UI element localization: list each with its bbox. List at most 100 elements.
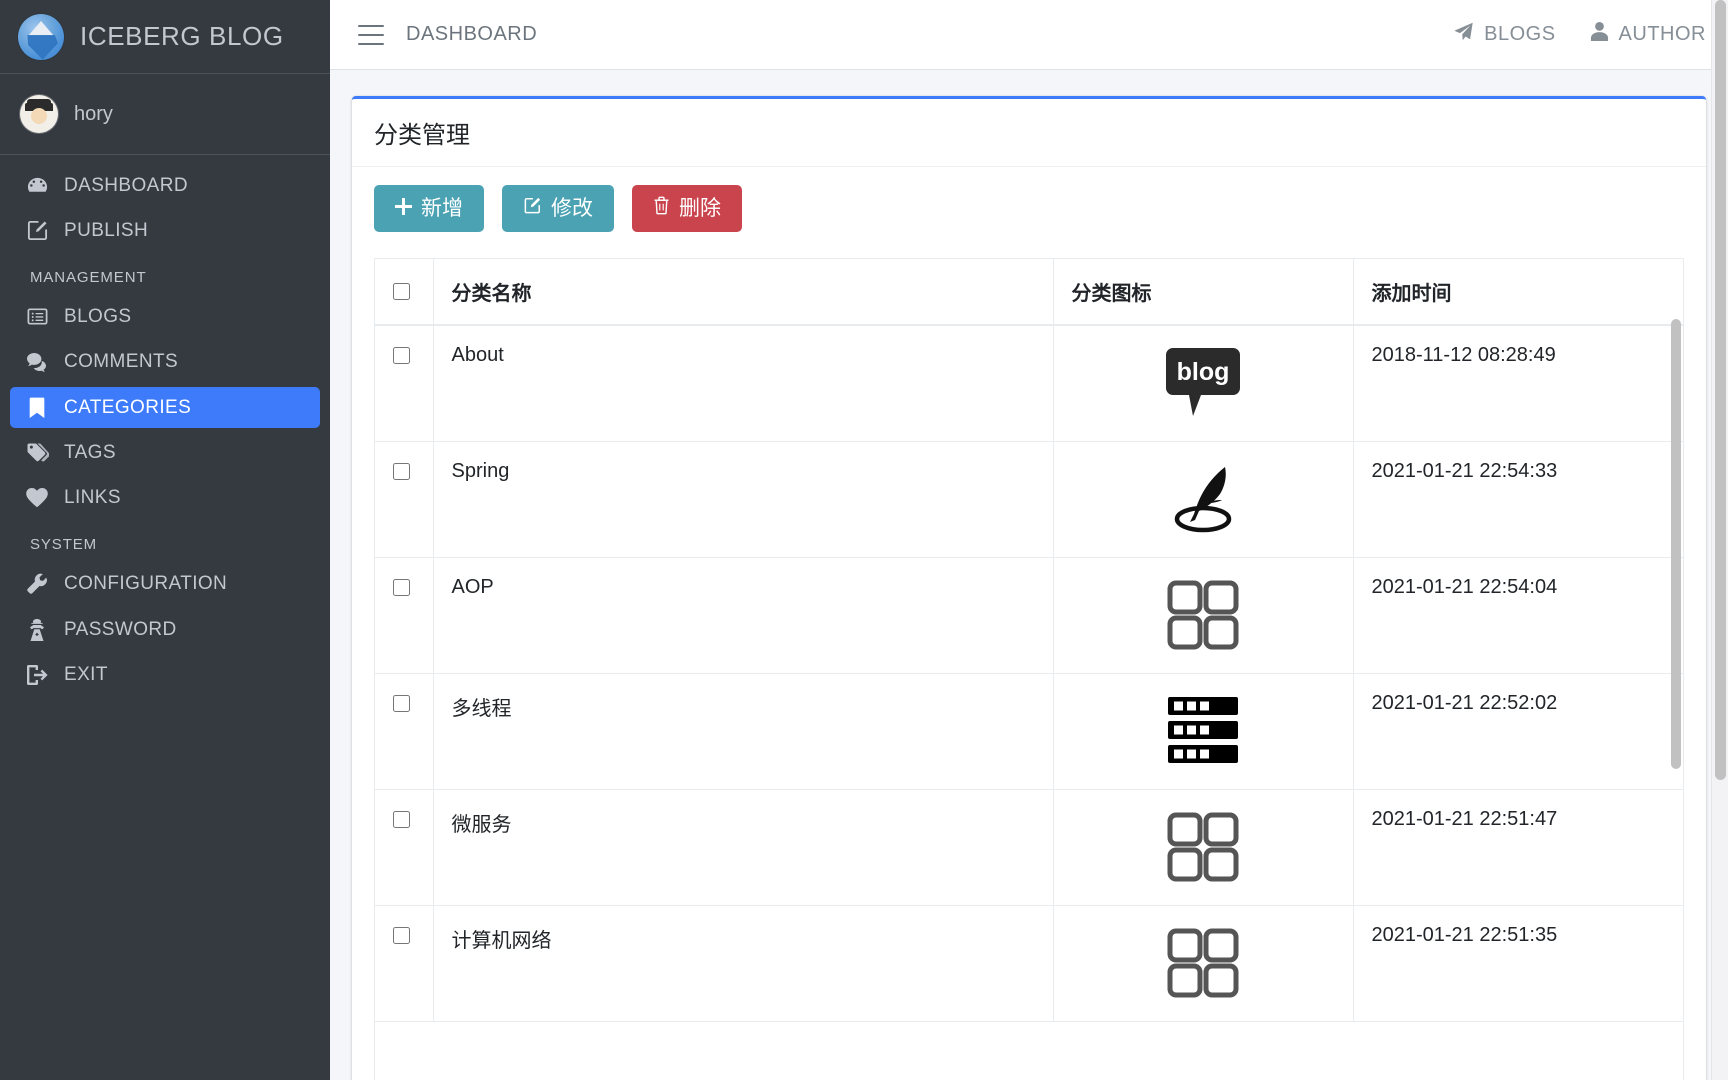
- row-name-cell: 微服务: [432, 789, 1053, 906]
- row-checkbox[interactable]: [393, 926, 410, 944]
- column-header-time: 添加时间: [1352, 259, 1683, 327]
- row-select-cell: [375, 789, 433, 906]
- table-row[interactable]: About blog 2018-11-12 08:28:49: [375, 325, 1683, 442]
- row-icon-cell: blog: [1052, 325, 1353, 442]
- table-scroll-container[interactable]: 分类名称 分类图标 添加时间 About blog 2018-11-12 08:…: [374, 258, 1684, 1080]
- page-scrollbar[interactable]: [1711, 0, 1728, 1080]
- sidebar-item-categories[interactable]: CATEGORIES: [10, 387, 320, 428]
- row-name-cell: About: [432, 325, 1053, 442]
- row-select-cell: [375, 905, 433, 1022]
- row-select-cell: [375, 673, 433, 790]
- sidebar-item-label: CONFIGURATION: [64, 573, 228, 594]
- sidebar-item-tags[interactable]: TAGS: [10, 432, 320, 474]
- sidebar-item-exit[interactable]: EXIT: [10, 655, 320, 695]
- user-name: hory: [74, 102, 113, 125]
- sidebar-section-header-system: SYSTEM: [30, 536, 98, 553]
- table-row[interactable]: AOP 2021-01-21 22:54:04: [375, 557, 1683, 674]
- tags-icon: [22, 441, 52, 465]
- sidebar-section-header-management: MANAGEMENT: [30, 269, 147, 286]
- table-row[interactable]: 多线程 2021-01-21 22:52:02: [375, 673, 1683, 790]
- row-checkbox[interactable]: [393, 578, 410, 596]
- select-all-checkbox[interactable]: [393, 283, 410, 301]
- sidebar-item-configuration[interactable]: CONFIGURATION: [10, 563, 320, 605]
- row-checkbox[interactable]: [393, 462, 410, 480]
- add-button[interactable]: 新增: [374, 185, 484, 233]
- sidebar-item-label: LINKS: [64, 487, 121, 508]
- sidebar-item-password[interactable]: PASSWORD: [10, 609, 320, 651]
- sidebar-item-label: CATEGORIES: [64, 396, 192, 418]
- wrench-icon: [22, 572, 52, 596]
- category-card: 分类管理 新增 修改 删除 分类名称 分类图标 添加时间 About blog …: [352, 96, 1706, 1080]
- sidebar-item-publish[interactable]: PUBLISH: [10, 210, 320, 251]
- sidebar-item-comments[interactable]: COMMENTS: [10, 341, 320, 383]
- sidebar: ICEBERG BLOG hory DASHBOARD PUBLISH MANA…: [0, 0, 330, 1080]
- row-time-cell: 2021-01-21 22:54:33: [1352, 441, 1683, 558]
- navbar-link-label: AUTHOR: [1618, 23, 1706, 45]
- brand-header[interactable]: ICEBERG BLOG: [0, 0, 330, 74]
- table-row[interactable]: 微服务 2021-01-21 22:51:47: [375, 789, 1683, 906]
- user-avatar-icon: [20, 95, 58, 133]
- row-time-cell: 2021-01-21 22:54:04: [1352, 557, 1683, 674]
- sidebar-item-dashboard[interactable]: DASHBOARD: [10, 165, 320, 206]
- column-header-name: 分类名称: [432, 259, 1053, 327]
- row-time-cell: 2018-11-12 08:28:49: [1352, 325, 1683, 442]
- row-checkbox[interactable]: [393, 347, 410, 365]
- row-name-cell: 多线程: [432, 673, 1053, 790]
- page-body: 分类管理 新增 修改 删除 分类名称 分类图标 添加时间 About blog …: [330, 70, 1728, 1080]
- edit-button[interactable]: 修改: [502, 185, 614, 233]
- hamburger-icon[interactable]: [358, 24, 384, 45]
- paper-plane-icon: [1453, 21, 1474, 48]
- select-all-header: [375, 259, 433, 327]
- bookmark-icon: [22, 396, 52, 419]
- server-icon: [1072, 692, 1335, 766]
- row-select-cell: [375, 325, 433, 442]
- sidebar-item-links[interactable]: LINKS: [10, 478, 320, 518]
- table-row[interactable]: Spring 2021-01-21 22:54:33: [375, 441, 1683, 558]
- sidebar-item-label: BLOGS: [64, 305, 132, 327]
- plus-icon: [395, 196, 412, 221]
- user-panel[interactable]: hory: [0, 74, 330, 155]
- navbar-dashboard-link[interactable]: DASHBOARD: [406, 23, 537, 46]
- row-time-cell: 2021-01-21 22:52:02: [1352, 673, 1683, 790]
- navbar-link-blogs[interactable]: BLOGS: [1453, 21, 1555, 48]
- sidebar-item-label: PUBLISH: [64, 219, 149, 241]
- th-large-icon: [1072, 576, 1335, 652]
- table-scrollbar-thumb[interactable]: [1671, 319, 1681, 770]
- sign-out-icon: [22, 664, 52, 686]
- sidebar-item-blogs[interactable]: BLOGS: [10, 296, 320, 337]
- svg-text:blog: blog: [1177, 358, 1230, 386]
- user-icon: [1590, 21, 1609, 48]
- row-icon-cell: [1052, 789, 1353, 906]
- row-select-cell: [375, 441, 433, 558]
- card-header: 分类管理: [352, 99, 1706, 167]
- table-row[interactable]: 计算机网络 2021-01-21 22:51:35: [375, 905, 1683, 1022]
- user-secret-icon: [22, 618, 52, 642]
- add-button-label: 新增: [421, 197, 463, 220]
- delete-button[interactable]: 删除: [632, 185, 742, 233]
- trash-icon: [653, 196, 670, 221]
- row-icon-cell: [1052, 905, 1353, 1022]
- app-root: ICEBERG BLOG hory DASHBOARD PUBLISH MANA…: [0, 0, 1728, 1080]
- row-icon-cell: [1052, 441, 1353, 558]
- row-time-cell: 2021-01-21 22:51:47: [1352, 789, 1683, 906]
- row-checkbox[interactable]: [393, 810, 410, 828]
- th-large-icon: [1072, 808, 1335, 884]
- edit-button-label: 修改: [551, 197, 593, 220]
- categories-table: 分类名称 分类图标 添加时间 About blog 2018-11-12 08:…: [375, 259, 1683, 1022]
- delete-button-label: 删除: [679, 197, 721, 220]
- content-wrapper: DASHBOARD BLOGS AUTHOR 分类管理 新增 修改 删除 分类名…: [330, 0, 1728, 1080]
- table-header-row: 分类名称 分类图标 添加时间: [375, 259, 1683, 327]
- table-body: About blog 2018-11-12 08:28:49 Spring 20…: [375, 325, 1683, 1022]
- row-checkbox[interactable]: [393, 694, 410, 712]
- brand-title: ICEBERG BLOG: [80, 21, 284, 51]
- row-name-cell: 计算机网络: [432, 905, 1053, 1022]
- th-large-icon: [1072, 924, 1335, 1000]
- page-scrollbar-thumb[interactable]: [1715, 0, 1726, 780]
- navbar-link-label: BLOGS: [1484, 23, 1556, 45]
- navbar-link-author[interactable]: AUTHOR: [1590, 21, 1706, 48]
- spring-leaf-icon: [1072, 460, 1335, 536]
- navbar-right-group: BLOGS AUTHOR: [1453, 21, 1706, 48]
- page-title: 分类管理: [374, 122, 470, 149]
- edit-icon: [523, 196, 542, 221]
- top-navbar: DASHBOARD BLOGS AUTHOR: [330, 0, 1728, 70]
